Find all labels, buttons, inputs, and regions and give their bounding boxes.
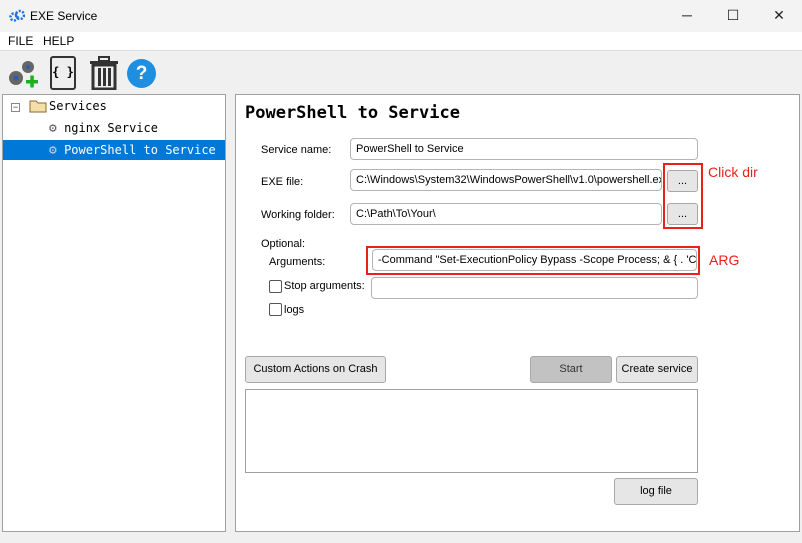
services-tree[interactable]: − Services ⚙ nginx Service ⚙ PowerShell …: [2, 94, 226, 532]
tree-item-label: nginx Service: [64, 121, 158, 135]
help-icon[interactable]: ?: [127, 59, 156, 88]
menu-file[interactable]: FILE: [8, 34, 33, 48]
custom-actions-on-crash-button[interactable]: Custom Actions on Crash: [245, 356, 386, 383]
log-output[interactable]: [245, 389, 698, 473]
optional-label: Optional:: [261, 238, 306, 250]
log-file-button[interactable]: log file: [614, 478, 698, 505]
exe-file-input[interactable]: C:\Windows\System32\WindowsPowerShell\v1…: [350, 169, 662, 191]
close-button[interactable]: ✕: [756, 0, 802, 32]
arguments-label: Arguments:: [269, 256, 326, 268]
arg-annotation: ARG: [709, 252, 740, 268]
gear-icon: ⚙: [49, 143, 57, 158]
stop-arguments-input[interactable]: [371, 277, 698, 299]
service-name-input[interactable]: PowerShell to Service: [350, 138, 698, 160]
toolbar: { } ?: [0, 52, 802, 94]
arguments-input[interactable]: -Command "Set-ExecutionPolicy Bypass -Sc…: [372, 249, 697, 271]
menu-help[interactable]: HELP: [43, 34, 74, 48]
add-service-icon[interactable]: [6, 56, 38, 90]
tree-item-powershell[interactable]: ⚙ PowerShell to Service: [3, 140, 225, 160]
exe-file-label: EXE file:: [261, 176, 304, 188]
window-title: EXE Service: [30, 9, 98, 23]
stop-arguments-checkbox[interactable]: [269, 280, 282, 293]
click-dir-highlight: [663, 163, 703, 229]
stop-arguments-label: Stop arguments:: [284, 280, 365, 292]
gear-icon: ⚙: [49, 121, 57, 136]
maximize-button[interactable]: ☐: [710, 0, 756, 32]
service-name-label: Service name:: [261, 144, 332, 156]
menu-bar: FILE HELP: [0, 32, 802, 51]
service-form: PowerShell to Service Service name: Powe…: [235, 94, 800, 532]
create-service-button[interactable]: Create service: [616, 356, 698, 383]
logs-checkbox[interactable]: [269, 303, 282, 316]
trash-icon[interactable]: [88, 56, 120, 90]
start-button[interactable]: Start: [530, 356, 612, 383]
tree-item-label: PowerShell to Service: [64, 143, 216, 157]
logs-label: logs: [284, 304, 305, 316]
working-folder-input[interactable]: C:\Path\To\Your\: [350, 203, 662, 225]
tree-root-services[interactable]: Services: [49, 96, 107, 116]
tree-item-nginx[interactable]: ⚙ nginx Service: [49, 118, 225, 138]
form-title: PowerShell to Service: [245, 103, 460, 123]
app-gear-icon: [9, 9, 25, 22]
minimize-button[interactable]: ─: [664, 0, 710, 32]
json-file-icon[interactable]: { }: [50, 56, 76, 90]
working-folder-label: Working folder:: [261, 209, 335, 221]
title-bar: EXE Service ─ ☐ ✕: [0, 0, 802, 32]
click-dir-annotation: Click dir: [708, 164, 758, 180]
collapse-toggle[interactable]: −: [11, 103, 20, 112]
folder-icon: [29, 100, 47, 113]
